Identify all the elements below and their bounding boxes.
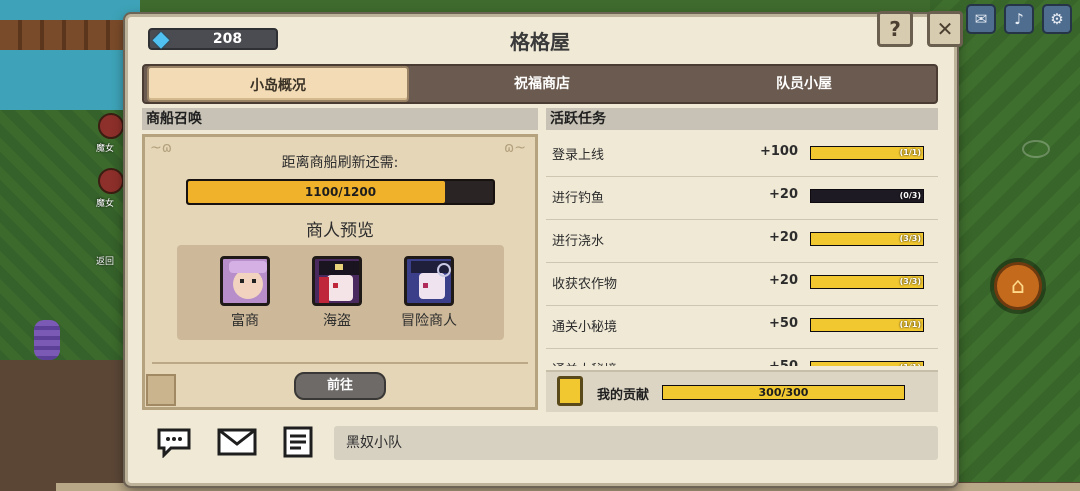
panel-title: 格格屋 [510, 30, 570, 54]
go-button[interactable]: 前往 [294, 372, 386, 400]
corner-tile-icon [146, 374, 176, 406]
fence [0, 20, 140, 50]
team-name: 黑奴小队 [346, 435, 402, 451]
task-progress-text: (1/1) [899, 148, 921, 157]
task-name: 通关小秘境 [552, 320, 618, 335]
merchant-name: 富商 [231, 313, 259, 329]
task-progress-bar: (1/1) [810, 361, 924, 366]
contribution-icon [557, 376, 583, 406]
merchant-name: 海盗 [323, 313, 351, 329]
task-reward: +50 [746, 359, 798, 366]
close-icon: ✕ [936, 17, 954, 41]
task-reward: +20 [769, 187, 798, 202]
mail-icon[interactable]: ✉ [966, 4, 996, 34]
merchant-item[interactable]: 冒险商人 [394, 256, 464, 330]
task-reward: +100 [759, 144, 798, 159]
task-row: 收获农作物 +20 (3/3) [546, 263, 938, 306]
side-menu-label-3: 返回 [96, 257, 115, 267]
tab-island-overview[interactable]: 小岛概况 [147, 66, 409, 102]
notes-icon[interactable] [278, 424, 318, 460]
task-reward: +20 [769, 273, 798, 288]
water-area [0, 0, 140, 120]
home-icon[interactable]: ⌂ [994, 262, 1042, 310]
merchant-name: 冒险商人 [401, 313, 457, 329]
task-progress-bar: (3/3) [810, 275, 924, 289]
dirt-area [0, 360, 140, 491]
side-menu-label-1: 魔女 [96, 144, 115, 154]
pirate-portrait-icon [312, 256, 362, 306]
task-progress-text: (1/1) [900, 362, 921, 366]
task-name: 进行钓鱼 [552, 191, 605, 206]
gear-icon[interactable]: ⚙ [1042, 4, 1072, 34]
gem-icon: ◆ [152, 27, 170, 52]
task-progress-bar: (3/3) [810, 232, 924, 246]
card-divider [152, 362, 528, 364]
task-reward: +50 [769, 316, 798, 331]
task-reward: +20 [769, 230, 798, 245]
task-list[interactable]: 登录上线 +100 (1/1) 进行钓鱼 +20 (0/3) 进行浇水 +20 (3/3) 收获农… [546, 134, 938, 366]
tab-blessing-shop[interactable]: 祝福商店 [411, 66, 673, 102]
contribution-label: 我的贡献 [597, 388, 650, 403]
side-menu-icon-1[interactable] [98, 113, 124, 139]
merchant-preview-title: 商人预览 [306, 221, 374, 241]
task-name: 进行浇水 [552, 234, 605, 249]
task-progress-text: (0/3) [899, 191, 921, 200]
tab-member-house[interactable]: 队员小屋 [673, 66, 935, 102]
side-menu-icon-2[interactable] [98, 168, 124, 194]
task-progress-text: (3/3) [899, 277, 921, 286]
task-row: 通关小秘境 +50 (1/1) [546, 306, 938, 349]
eye-icon[interactable] [1022, 140, 1050, 158]
task-progress-text: (3/3) [899, 234, 921, 243]
merchant-section-heading: 商船召唤 [142, 108, 538, 130]
lavender-plant [34, 320, 60, 360]
merchant-item[interactable]: 海盗 [302, 256, 372, 330]
task-progress-bar: (1/1) [810, 146, 924, 160]
refresh-progress-text: 1100/1200 [304, 185, 377, 199]
close-button[interactable]: ✕ [927, 11, 963, 47]
gem-count: 208 [212, 31, 243, 47]
contribution-text: 300/300 [758, 386, 809, 399]
task-row: 进行浇水 +20 (3/3) [546, 220, 938, 263]
adventure-merchant-portrait-icon [404, 256, 454, 306]
side-menu-label-2: 魔女 [96, 199, 115, 209]
help-button[interactable]: ? [877, 11, 913, 47]
task-row: 通关大秘境 +50 (1/1) [546, 349, 938, 366]
sound-icon[interactable]: ♪ [1004, 4, 1034, 34]
task-name: 通关大秘境 [552, 359, 617, 366]
task-name: 收获农作物 [552, 277, 618, 292]
task-name: 登录上线 [552, 148, 605, 163]
rich-merchant-portrait-icon [220, 256, 270, 306]
task-progress-bar: (1/1) [810, 318, 924, 332]
task-progress-text: (1/1) [899, 320, 921, 329]
mail-icon[interactable] [217, 424, 257, 460]
refresh-countdown-label: 距离商船刷新还需: [281, 155, 399, 171]
chat-bubble-icon[interactable] [154, 424, 194, 460]
task-progress-bar: (0/3) [810, 189, 924, 203]
task-section-heading: 活跃任务 [546, 108, 938, 130]
merchant-item[interactable]: 富商 [210, 256, 280, 330]
task-row: 进行钓鱼 +20 (0/3) [546, 177, 938, 220]
team-name-box[interactable] [334, 426, 938, 460]
help-icon: ? [889, 17, 901, 41]
task-row: 登录上线 +100 (1/1) [546, 134, 938, 177]
